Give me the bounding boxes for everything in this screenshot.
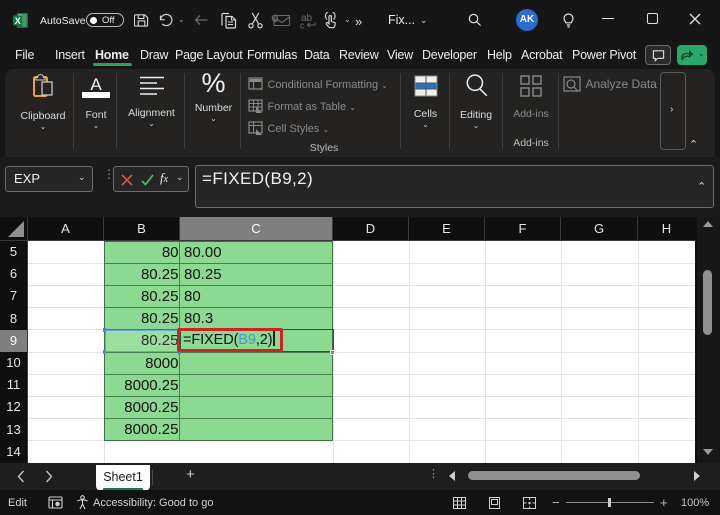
- svg-text:c: c: [300, 21, 305, 30]
- svg-text:A: A: [90, 75, 102, 94]
- svg-text:X: X: [15, 16, 21, 26]
